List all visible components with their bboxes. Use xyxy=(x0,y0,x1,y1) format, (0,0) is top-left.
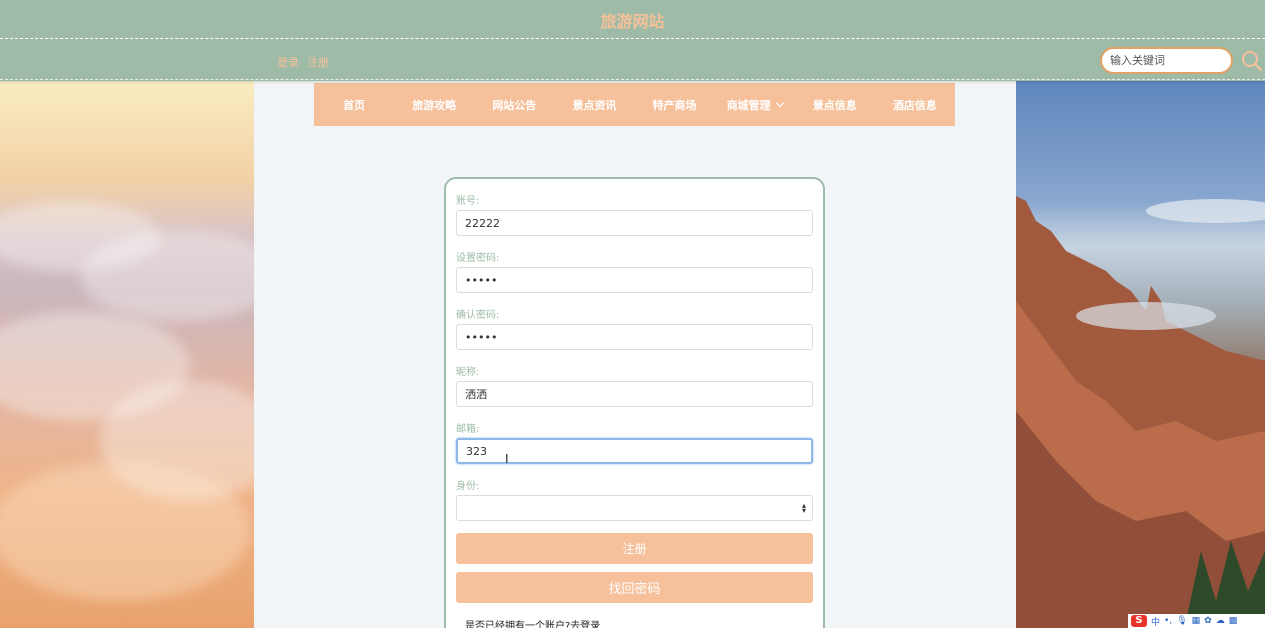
select-arrows-icon: ▴ ▾ xyxy=(801,501,806,515)
search-input[interactable] xyxy=(1100,47,1233,74)
keyboard-icon[interactable]: ▦ xyxy=(1192,616,1201,626)
account-field[interactable] xyxy=(456,210,813,236)
site-title[interactable]: 旅游网站 xyxy=(0,8,1265,32)
auth-links: 登录 注册 xyxy=(277,54,337,70)
search-icon[interactable] xyxy=(1241,50,1263,72)
confirm-password-field[interactable] xyxy=(456,324,813,350)
identity-select[interactable]: ▴ ▾ xyxy=(456,495,813,521)
right-background-image xyxy=(1016,81,1265,628)
main-content: 首页 旅游攻略 网站公告 景点资讯 特产商场 商城管理 景点信息 酒店信息 账号… xyxy=(254,81,1016,628)
main-nav: 首页 旅游攻略 网站公告 景点资讯 特产商场 商城管理 景点信息 酒店信息 xyxy=(314,83,955,126)
microphone-icon[interactable]: 🎙 xyxy=(1176,616,1187,626)
skin-icon[interactable]: ✿ xyxy=(1204,616,1212,626)
register-form-card: 账号: 设置密码: 确认密码: 昵称: 邮箱: Ι 身份: ▴▾ 注册 找回密码… xyxy=(444,177,825,628)
login-link[interactable]: 登录 xyxy=(277,56,299,69)
text-cursor-icon: Ι xyxy=(505,452,509,466)
chevron-down-icon xyxy=(775,98,784,107)
grid-menu-icon[interactable]: ▩ xyxy=(1229,616,1238,626)
nav-item-attraction-news[interactable]: 景点资讯 xyxy=(554,83,634,126)
nav-item-specialty-store[interactable]: 特产商场 xyxy=(635,83,715,126)
punctuation-icon[interactable]: •, xyxy=(1164,616,1172,626)
nav-item-mall-management[interactable]: 商城管理 xyxy=(715,83,795,126)
email-field[interactable] xyxy=(456,438,813,464)
confirm-password-label: 确认密码: xyxy=(456,310,500,321)
cloud-icon[interactable]: ☁ xyxy=(1216,616,1225,626)
identity-label: 身份: xyxy=(456,481,480,492)
recover-password-button[interactable]: 找回密码 xyxy=(456,572,813,603)
ime-logo-icon: S xyxy=(1131,615,1147,627)
site-header: 旅游网站 登录 注册 xyxy=(0,0,1265,81)
nav-item-attraction-info[interactable]: 景点信息 xyxy=(795,83,875,126)
header-divider xyxy=(0,38,1265,39)
nav-item-announcements[interactable]: 网站公告 xyxy=(474,83,554,126)
nickname-label: 昵称: xyxy=(456,367,480,378)
nickname-field[interactable] xyxy=(456,381,813,407)
register-link[interactable]: 注册 xyxy=(307,56,329,69)
nav-item-hotel-info[interactable]: 酒店信息 xyxy=(875,83,955,126)
password-label: 设置密码: xyxy=(456,253,500,264)
nav-item-home[interactable]: 首页 xyxy=(314,83,394,126)
ime-mode-indicator[interactable]: 中 xyxy=(1151,615,1160,628)
login-prompt-link[interactable]: 是否已经拥有一个账户?去登录 xyxy=(465,617,600,628)
header-bottom-divider xyxy=(0,79,1265,80)
email-label: 邮箱: xyxy=(456,424,480,435)
nav-item-travel-guides[interactable]: 旅游攻略 xyxy=(394,83,474,126)
register-button[interactable]: 注册 xyxy=(456,533,813,564)
left-background-image xyxy=(0,81,254,628)
ime-toolbar[interactable]: S 中 •, 🎙 ▦ ✿ ☁ ▩ xyxy=(1128,614,1265,628)
account-label: 账号: xyxy=(456,196,480,207)
password-field[interactable] xyxy=(456,267,813,293)
